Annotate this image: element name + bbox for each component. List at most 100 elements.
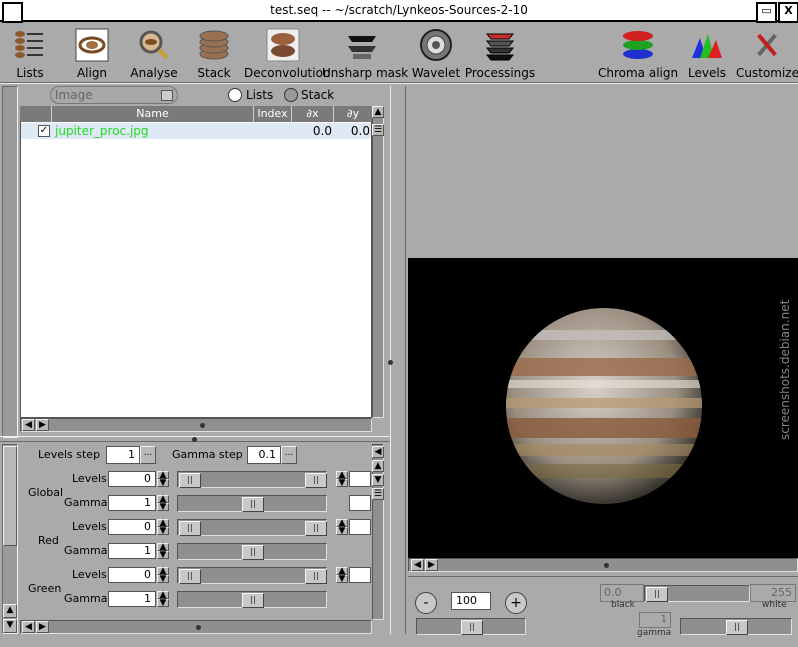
zoom-slider[interactable] [416, 618, 526, 635]
green-gamma-knob[interactable] [242, 593, 264, 608]
gamma-step-field[interactable]: 0.1 [247, 446, 281, 464]
outline-left-scrollbar[interactable] [2, 86, 18, 438]
image-scroll-right-button[interactable]: ▶ [425, 559, 438, 571]
window-title: test.seq -- ~/scratch/Lynkeos-Sources-2-… [270, 3, 528, 17]
red-levels-white-field[interactable] [349, 519, 371, 535]
black-knob[interactable] [646, 587, 668, 602]
levels-scroll-right-button[interactable]: ▶ [36, 621, 49, 633]
row-checkbox[interactable]: ✓ [38, 125, 50, 137]
stack-icon [199, 30, 229, 60]
red-gamma-down[interactable]: ▼ [157, 551, 169, 560]
title-bar: test.seq -- ~/scratch/Lynkeos-Sources-2-… [0, 0, 798, 23]
image-hscroll-handle[interactable] [604, 563, 609, 568]
radio-lists[interactable] [228, 88, 242, 102]
green-gamma-slider[interactable] [177, 591, 327, 608]
table-horizontal-scrollbar[interactable] [20, 418, 372, 432]
close-button[interactable]: X [778, 2, 798, 23]
zoom-slider-knob[interactable] [461, 620, 483, 635]
levels-scroll-left-button[interactable]: ◀ [22, 621, 35, 633]
image-horizontal-scrollbar[interactable] [408, 558, 798, 572]
green-gamma-down[interactable]: ▼ [157, 599, 169, 608]
toolbar-unsharp-mask-button[interactable]: Unsharp mask [322, 26, 408, 82]
green-levels-white-field[interactable] [349, 567, 371, 583]
global-levels-down[interactable]: ▼ [157, 479, 169, 488]
global-levels-down2[interactable]: ▼ [336, 479, 348, 488]
gamma-display-field[interactable]: 1 [639, 612, 671, 628]
green-levels-field[interactable]: 0 [108, 567, 156, 583]
red-levels-down[interactable]: ▼ [157, 527, 169, 536]
levels-scroll-up-button[interactable]: ▲ [372, 460, 384, 472]
red-gamma-field[interactable]: 1 [108, 543, 156, 559]
toolbar-lists-button[interactable]: Lists [4, 26, 56, 82]
zoom-field[interactable]: 100 [451, 592, 491, 610]
global-gamma-down[interactable]: ▼ [157, 503, 169, 512]
filter-clear-icon[interactable] [161, 90, 173, 101]
column-header-dy[interactable]: ∂y [334, 106, 372, 122]
zoom-out-button[interactable]: - [415, 592, 437, 614]
table-scroll-up-button[interactable]: ▲ [372, 106, 384, 118]
green-levels-white-knob[interactable] [305, 569, 327, 584]
global-gamma-knob[interactable] [242, 497, 264, 512]
table-column-menu-icon[interactable]: ☰ [372, 124, 384, 136]
levels-step-field[interactable]: 1 [106, 446, 140, 464]
zoom-in-button[interactable]: + [505, 592, 527, 614]
column-header-name[interactable]: Name [52, 106, 254, 122]
gamma-display-knob[interactable] [726, 620, 748, 635]
toolbar-stack-button[interactable]: Stack [190, 26, 238, 82]
toolbar-wavelet-button[interactable]: Wavelet [410, 26, 462, 82]
green-levels-down2[interactable]: ▼ [336, 575, 348, 584]
red-levels-white-knob[interactable] [305, 521, 327, 536]
levels-panel-scroll-down[interactable]: ▼ [3, 619, 17, 633]
red-levels-slider[interactable] [177, 519, 327, 536]
vertical-split-handle[interactable] [388, 360, 393, 365]
table-scroll-right-button[interactable]: ▶ [36, 419, 49, 431]
toolbar-analyse-button[interactable]: Analyse [126, 26, 182, 82]
customize-icon [757, 33, 777, 57]
gamma-step-more-button[interactable]: ... [281, 446, 297, 464]
global-levels-black-knob[interactable] [179, 473, 201, 488]
image-filter-input[interactable]: Image [50, 86, 178, 104]
maximize-button[interactable]: ▭ [756, 2, 777, 23]
global-levels-slider[interactable] [177, 471, 327, 488]
global-levels-field[interactable]: 0 [108, 471, 156, 487]
black-white-slider[interactable] [644, 585, 750, 602]
green-levels-slider[interactable] [177, 567, 327, 584]
table-scroll-left-button[interactable]: ◀ [22, 419, 35, 431]
table-vertical-scrollbar[interactable] [372, 106, 384, 418]
green-levels-down[interactable]: ▼ [157, 575, 169, 584]
red-levels-black-knob[interactable] [179, 521, 201, 536]
global-levels-white-knob[interactable] [305, 473, 327, 488]
red-gamma-knob[interactable] [242, 545, 264, 560]
global-levels-white-field[interactable] [349, 471, 371, 487]
toolbar-deconvolution-button[interactable]: Deconvolution [244, 26, 331, 82]
toolbar-processings-button[interactable]: Processings [464, 26, 536, 82]
image-list-table[interactable] [20, 106, 372, 418]
toolbar-chroma-align-button[interactable]: Chroma align [598, 26, 678, 82]
levels-scroll-down-button[interactable]: ▼ [372, 474, 384, 486]
gamma-display-slider[interactable] [680, 618, 792, 635]
table-hscroll-handle[interactable] [200, 423, 205, 428]
levels-panel-scroll-up[interactable]: ▲ [3, 604, 17, 618]
image-canvas[interactable] [408, 258, 798, 558]
image-scroll-left-button[interactable]: ◀ [411, 559, 424, 571]
toolbar-align-button[interactable]: Align [66, 26, 118, 82]
split-divider-handle[interactable] [192, 437, 197, 442]
global-gamma-aux-field[interactable] [349, 495, 371, 511]
levels-hscroll-handle[interactable] [196, 625, 201, 630]
green-levels-black-knob[interactable] [179, 569, 201, 584]
red-levels-field[interactable]: 0 [108, 519, 156, 535]
levels-menu-icon[interactable]: ☰ [372, 488, 384, 500]
toolbar-customize-button[interactable]: Customize [736, 26, 798, 82]
global-gamma-slider[interactable] [177, 495, 327, 512]
red-gamma-slider[interactable] [177, 543, 327, 560]
radio-stack[interactable] [284, 88, 298, 102]
column-header-index[interactable]: Index [254, 106, 292, 122]
red-levels-down2[interactable]: ▼ [336, 527, 348, 536]
column-header-dx[interactable]: ∂x [292, 106, 334, 122]
levels-step-more-button[interactable]: ... [140, 446, 156, 464]
toolbar-levels-button[interactable]: Levels [684, 26, 730, 82]
green-gamma-field[interactable]: 1 [108, 591, 156, 607]
levels-panel-scroll-thumb[interactable] [3, 446, 17, 546]
global-gamma-field[interactable]: 1 [108, 495, 156, 511]
levels-collapse-button[interactable]: ◀ [372, 446, 384, 458]
